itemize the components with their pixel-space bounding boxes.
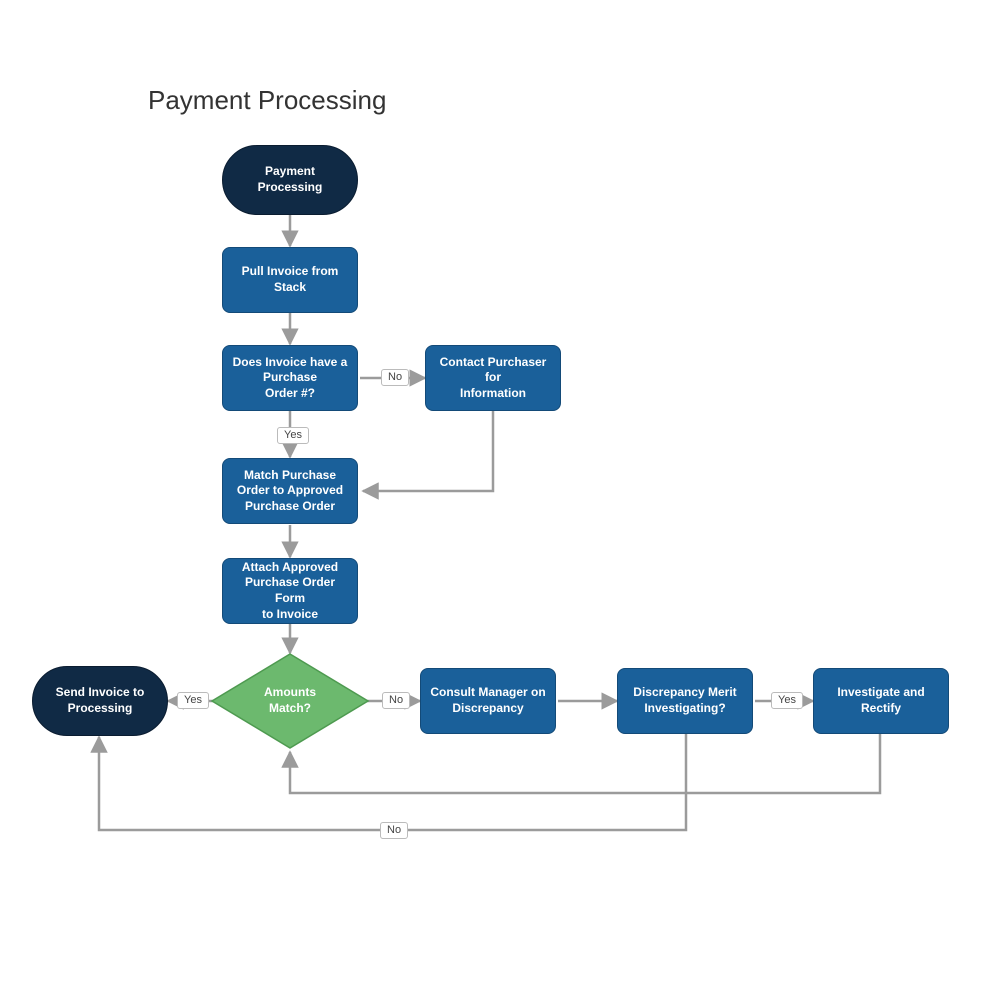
node-have-po-label: Does Invoice have aPurchaseOrder #? [233, 355, 348, 402]
edge-label-havepo-no: No [381, 369, 409, 386]
node-have-po-question: Does Invoice have aPurchaseOrder #? [222, 345, 358, 411]
node-attach-form: Attach ApprovedPurchase Order Formto Inv… [222, 558, 358, 624]
node-investigate-label: Investigate and Rectify [822, 685, 940, 716]
node-discrepancy-merit: Discrepancy MeritInvestigating? [617, 668, 753, 734]
node-pull-label: Pull Invoice fromStack [242, 264, 339, 295]
node-amounts-label: AmountsMatch? [264, 685, 316, 716]
node-consult-manager: Consult Manager onDiscrepancy [420, 668, 556, 734]
edge-label-merit-yes: Yes [771, 692, 803, 709]
edge-label-amounts-yes: Yes [177, 692, 209, 709]
node-attach-label: Attach ApprovedPurchase Order Formto Inv… [231, 560, 349, 622]
node-consult-label: Consult Manager onDiscrepancy [430, 685, 545, 716]
edge-label-amounts-no: No [382, 692, 410, 709]
node-send-label: Send Invoice toProcessing [56, 685, 145, 716]
node-start-terminator: PaymentProcessing [222, 145, 358, 215]
node-pull-invoice: Pull Invoice fromStack [222, 247, 358, 313]
edge-label-merit-no: No [380, 822, 408, 839]
edges-layer [0, 0, 1000, 1000]
node-match-label: Match PurchaseOrder to ApprovedPurchase … [237, 468, 343, 515]
node-contact-purchaser: Contact Purchaser forInformation [425, 345, 561, 411]
title-text: Payment Processing [148, 85, 386, 115]
node-merit-label: Discrepancy MeritInvestigating? [633, 685, 736, 716]
diagram-title: Payment Processing [148, 85, 386, 116]
node-contact-label: Contact Purchaser forInformation [434, 355, 552, 402]
node-amounts-match-decision: AmountsMatch? [210, 652, 370, 750]
node-send-invoice-terminator: Send Invoice toProcessing [32, 666, 168, 736]
node-investigate-rectify: Investigate and Rectify [813, 668, 949, 734]
node-match-po: Match PurchaseOrder to ApprovedPurchase … [222, 458, 358, 524]
node-start-label: PaymentProcessing [258, 164, 323, 195]
edge-label-havepo-yes: Yes [277, 427, 309, 444]
flowchart-canvas: Payment Processing [0, 0, 1000, 1000]
